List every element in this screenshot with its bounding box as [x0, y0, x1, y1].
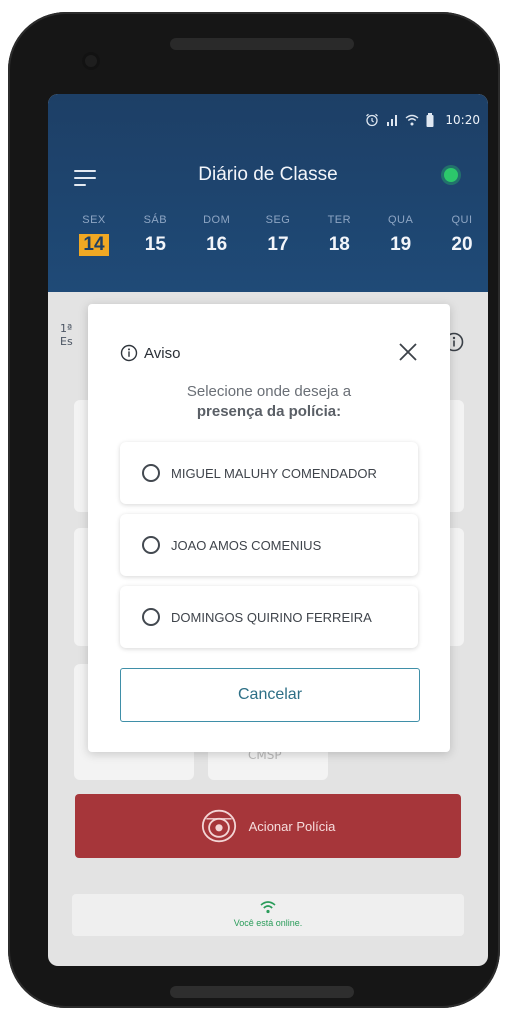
cancel-button[interactable]: Cancelar [120, 668, 420, 722]
status-time: 10:20 [445, 113, 480, 127]
app-title: Diário de Classe [198, 164, 338, 185]
alarm-icon [366, 113, 379, 127]
day-item[interactable]: SEG 17 [258, 214, 298, 256]
day-name: DOM [203, 214, 231, 226]
front-camera [82, 52, 100, 70]
option-label: DOMINGOS QUIRINO FERREIRA [171, 609, 372, 625]
online-status-text: Você está online. [233, 918, 303, 928]
day-number: 19 [390, 234, 412, 255]
school-option[interactable]: MIGUEL MALUHY COMENDADOR [120, 442, 418, 504]
class-ordinal: 1ª Es [60, 322, 73, 348]
day-item[interactable]: SEX 14 [74, 214, 114, 256]
day-name: SEX [82, 214, 106, 226]
dialog-message-text: Selecione onde deseja a [186, 383, 352, 400]
home-indicator [170, 986, 354, 998]
dialog-message: Selecione onde deseja a presença da polí… [88, 382, 450, 422]
speaker-grille [170, 38, 354, 50]
week-day-selector: SEX 14 SÁB 15 DOM 16 SEG 17 TER 18 QUA 1… [74, 214, 482, 256]
info-icon [120, 344, 138, 362]
day-item[interactable]: QUI 20 [442, 214, 482, 256]
day-name: QUI [451, 214, 473, 226]
dialog-title: Aviso [144, 344, 181, 362]
day-number: 20 [451, 234, 473, 255]
day-item[interactable]: QUA 19 [381, 214, 421, 256]
day-number: 14 [79, 234, 109, 256]
day-number: 15 [144, 234, 166, 255]
day-item[interactable]: DOM 16 [197, 214, 237, 256]
radio-button[interactable] [142, 608, 160, 626]
day-name: SEG [265, 214, 291, 226]
wifi-online-icon [260, 901, 276, 914]
day-item[interactable]: SÁB 15 [135, 214, 175, 256]
day-name: SÁB [143, 214, 168, 226]
battery-icon [426, 113, 434, 127]
radio-button[interactable] [142, 464, 160, 482]
police-badge-icon [201, 809, 236, 843]
dialog-message-bold: presença da polícia: [196, 403, 342, 420]
phone-frame: 10:20 Diário de Classe SEX 14 SÁB 15 DOM… [8, 12, 500, 1008]
option-label: JOAO AMOS COMENIUS [171, 537, 322, 553]
day-number: 17 [267, 234, 289, 255]
school-option[interactable]: DOMINGOS QUIRINO FERREIRA [120, 586, 418, 648]
ordinal-abbr: Es [60, 335, 73, 348]
school-option[interactable]: JOAO AMOS COMENIUS [120, 514, 418, 576]
wifi-icon [405, 114, 419, 126]
call-police-button[interactable]: Acionar Polícia [75, 794, 461, 858]
radio-button[interactable] [142, 536, 160, 554]
connection-status: Você está online. [72, 894, 464, 936]
call-police-label: Acionar Polícia [248, 818, 336, 834]
option-label: MIGUEL MALUHY COMENDADOR [171, 465, 377, 481]
day-name: QUA [387, 214, 414, 226]
app-screen: 10:20 Diário de Classe SEX 14 SÁB 15 DOM… [48, 94, 488, 966]
status-bar: 10:20 [365, 110, 480, 130]
day-name: TER [327, 214, 352, 226]
close-icon[interactable] [396, 340, 420, 364]
day-item[interactable]: TER 18 [319, 214, 359, 256]
app-header: 10:20 Diário de Classe SEX 14 SÁB 15 DOM… [48, 94, 488, 292]
online-status-indicator [444, 168, 458, 182]
alert-dialog: Aviso Selecione onde deseja a presença d… [88, 304, 450, 752]
signal-icon [387, 115, 398, 126]
dialog-header: Aviso [120, 344, 180, 362]
ordinal-label: 1ª [60, 322, 73, 335]
day-number: 16 [206, 234, 228, 255]
day-number: 18 [328, 234, 350, 255]
